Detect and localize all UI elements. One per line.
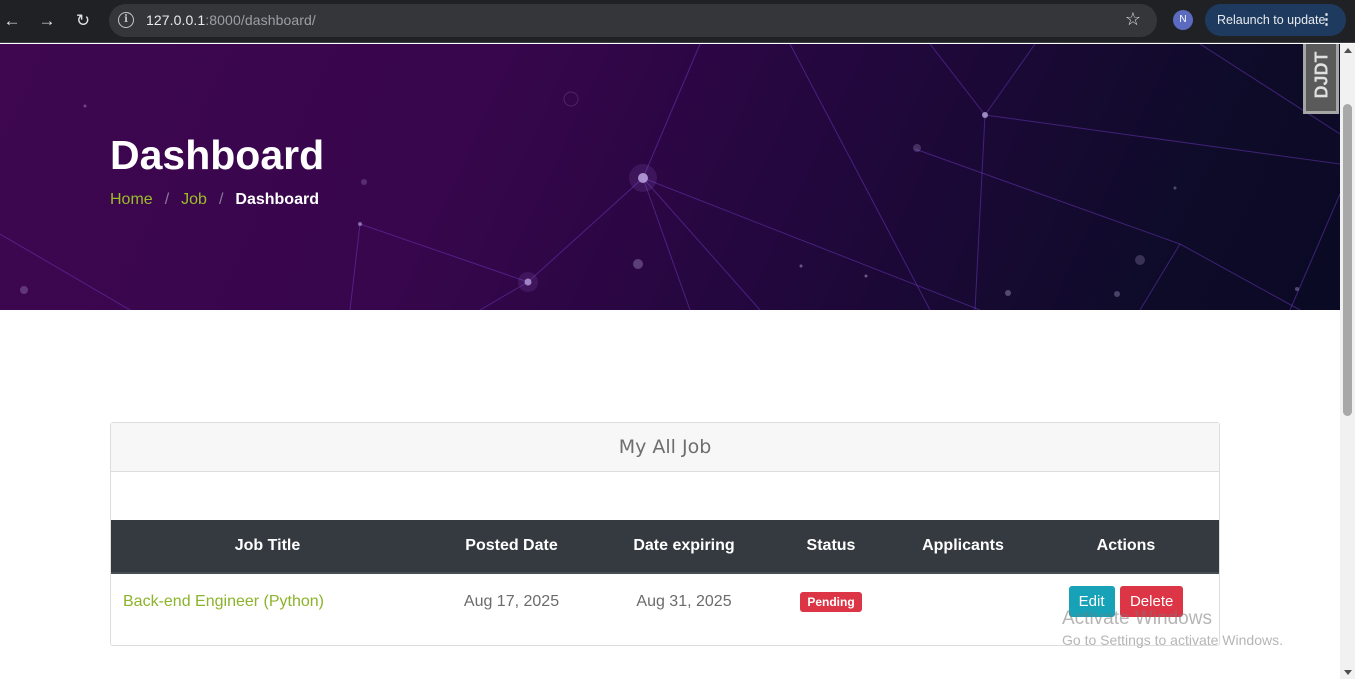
status-badge: Pending [800, 591, 862, 612]
bookmark-star-icon[interactable]: ☆ [1125, 9, 1141, 30]
column-header-status: Status [769, 520, 893, 574]
back-arrow-icon[interactable]: ← [0, 9, 24, 33]
debug-toolbar-label: DJDT [1311, 51, 1332, 99]
relaunch-button[interactable]: Relaunch to update ⋮ [1205, 4, 1346, 36]
watermark-line-1: Activate Windows [1062, 608, 1212, 629]
activation-watermark: Activate Windows Go to Settings to activ… [1062, 608, 1283, 648]
watermark-line-2: Go to Settings to activate Windows. [1062, 632, 1283, 648]
reload-icon[interactable]: ↻ [71, 9, 95, 33]
scroll-up-arrow-icon[interactable] [1344, 48, 1352, 53]
forward-arrow-icon[interactable]: → [35, 9, 59, 33]
breadcrumb-separator: / [218, 191, 224, 208]
table-header-row: Job Title Posted Date Date expiring Stat… [111, 520, 1219, 574]
job-title-link[interactable]: Back-end Engineer (Python) [123, 593, 324, 610]
relaunch-label: Relaunch to update [1217, 13, 1326, 27]
site-info-icon[interactable]: i [118, 12, 134, 28]
job-title-cell: Back-end Engineer (Python) [111, 573, 424, 629]
breadcrumb-home-link[interactable]: Home [110, 191, 153, 208]
page-title: Dashboard [110, 132, 325, 178]
scroll-thumb[interactable] [1343, 104, 1352, 416]
browser-toolbar: ← → ↻ i 127.0.0.1:8000/dashboard/ ☆ N Re… [0, 0, 1355, 43]
breadcrumb-separator: / [164, 191, 170, 208]
jobs-card: My All Job Job Title Posted Date Date ex… [110, 422, 1220, 646]
jobs-table: Job Title Posted Date Date expiring Stat… [111, 520, 1219, 629]
scroll-down-arrow-icon[interactable] [1344, 670, 1352, 675]
url-text[interactable]: 127.0.0.1:8000/dashboard/ [146, 12, 316, 28]
status-cell: Pending [769, 573, 893, 629]
column-header-job-title: Job Title [111, 520, 424, 574]
column-header-posted-date: Posted Date [424, 520, 599, 574]
breadcrumb: Home / Job / Dashboard [110, 191, 319, 209]
debug-toolbar-handle[interactable]: DJDT [1303, 44, 1339, 114]
address-bar[interactable]: i 127.0.0.1:8000/dashboard/ ☆ [109, 4, 1157, 37]
card-header: My All Job [111, 423, 1219, 472]
column-header-applicants: Applicants [893, 520, 1033, 574]
column-header-date-expiring: Date expiring [599, 520, 769, 574]
table-row: Back-end Engineer (Python) Aug 17, 2025 … [111, 573, 1219, 629]
more-menu-icon[interactable]: ⋮ [1319, 4, 1334, 36]
profile-avatar[interactable]: N [1173, 10, 1193, 30]
url-path: :8000/dashboard/ [205, 12, 316, 28]
url-host: 127.0.0.1 [146, 12, 206, 28]
applicants-cell [893, 573, 1033, 629]
page-scrollbar[interactable] [1340, 44, 1355, 679]
breadcrumb-current: Dashboard [235, 191, 319, 208]
page-hero: Dashboard Home / Job / Dashboard DJDT [0, 44, 1340, 310]
posted-date-cell: Aug 17, 2025 [463, 592, 560, 610]
breadcrumb-job-link[interactable]: Job [181, 191, 207, 208]
expiring-date-cell: Aug 31, 2025 [636, 592, 732, 610]
column-header-actions: Actions [1033, 520, 1219, 574]
